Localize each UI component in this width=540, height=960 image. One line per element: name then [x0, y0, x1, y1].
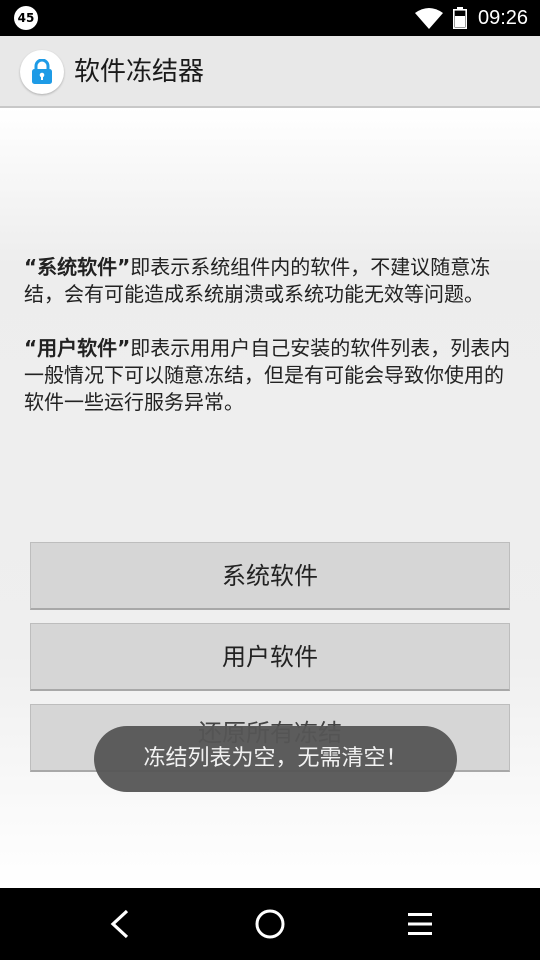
navigation-bar [0, 888, 540, 960]
battery-icon [453, 7, 467, 29]
lock-icon [32, 59, 52, 84]
app-icon[interactable] [20, 50, 64, 94]
system-software-description: “系统软件”即表示系统组件内的软件，不建议随意冻结，会有可能造成系统崩溃或系统功… [24, 254, 516, 308]
user-software-button[interactable]: 用户软件 [30, 623, 510, 691]
system-software-button[interactable]: 系统软件 [30, 542, 510, 610]
main-content: “系统软件”即表示系统组件内的软件，不建议随意冻结，会有可能造成系统崩溃或系统功… [0, 108, 540, 888]
user-software-description: “用户软件”即表示用用户自己安装的软件列表，列表内一般情况下可以随意冻结，但是有… [24, 335, 516, 416]
status-bar: 45 09:26 [0, 0, 540, 36]
home-icon[interactable] [254, 908, 286, 940]
back-icon[interactable] [108, 909, 132, 939]
wifi-icon [415, 8, 443, 29]
user-software-term: “用户软件” [24, 336, 131, 360]
menu-icon[interactable] [406, 911, 434, 937]
action-bar: 软件冻结器 [0, 36, 540, 108]
toast-message: 冻结列表为空，无需清空！ [94, 726, 457, 792]
notification-count-badge: 45 [14, 6, 38, 30]
app-title: 软件冻结器 [74, 57, 205, 87]
system-software-term: “系统软件” [24, 255, 131, 279]
status-clock: 09:26 [478, 7, 529, 29]
